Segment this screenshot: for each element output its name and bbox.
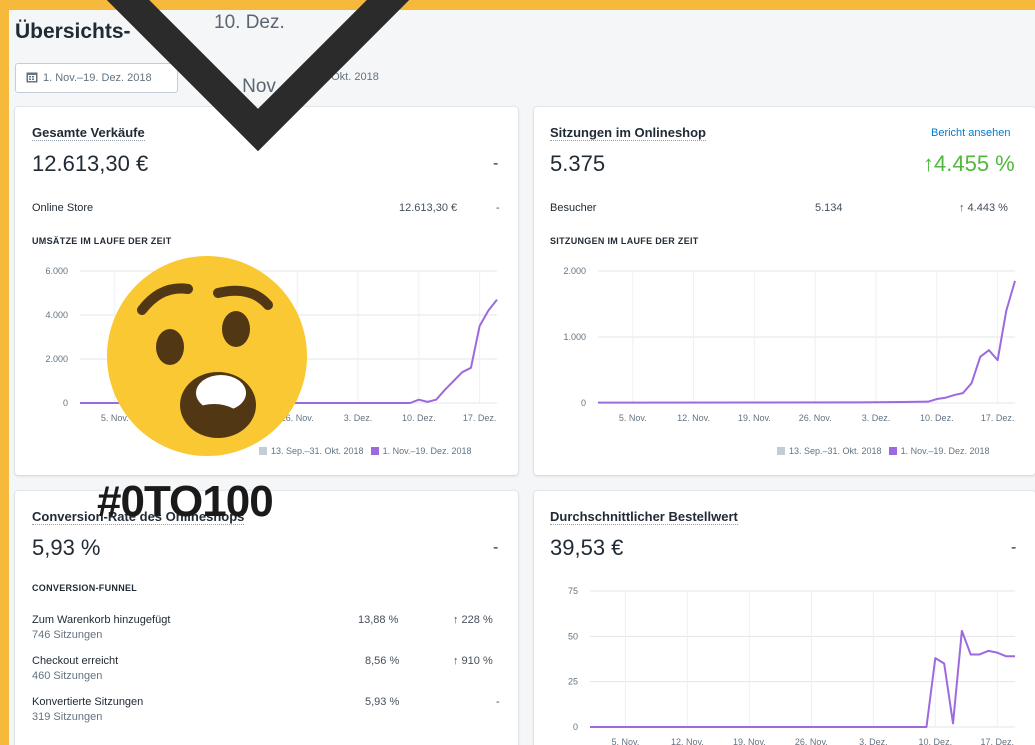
funnel-pct: 13,88 % xyxy=(358,614,399,626)
legend-swatch-prev xyxy=(777,447,785,455)
conversion-card: Conversion-Rate des Onlineshops 5,93 % -… xyxy=(15,491,518,745)
funnel-row: Checkout erreicht 460 Sitzungen xyxy=(32,655,118,682)
x-tick-label: 5. Nov. xyxy=(619,413,647,423)
channel-change: - xyxy=(496,202,500,214)
x-tick-label: 10. Dez. xyxy=(920,413,954,423)
ghost-date-label: 1. Nov xyxy=(221,76,276,97)
sessions-value: 5.375 xyxy=(550,151,606,176)
y-tick-label: 2.000 xyxy=(45,354,68,364)
x-tick-label: 5. Nov. xyxy=(611,737,639,745)
card-title[interactable]: Sitzungen im Onlineshop xyxy=(550,125,706,141)
y-tick-label: 1.000 xyxy=(563,332,586,342)
sessions-line-chart: 2.000 1.000 0 5. Nov. 12. Nov. 19. Nov. 26. No… xyxy=(563,266,1016,423)
legend-label-current: 1. Nov.–19. Dez. 2018 xyxy=(900,446,990,456)
funnel-sessions: 319 Sitzungen xyxy=(32,711,103,723)
legend-swatch-current xyxy=(888,447,897,455)
channel-label: Online Store xyxy=(32,202,94,214)
x-tick-label: 3. Dez. xyxy=(862,413,891,423)
series-line xyxy=(590,629,1015,728)
y-tick-label: 25 xyxy=(568,677,578,687)
series-line xyxy=(597,280,1016,404)
date-range-button[interactable]: 1. Nov.–19. Dez. 2018 xyxy=(15,63,178,93)
change-indicator: - xyxy=(493,155,499,172)
x-tick-label: 12. Nov. xyxy=(671,737,704,745)
y-tick-label: 0 xyxy=(581,398,586,408)
funnel-pct: 5,93 % xyxy=(365,696,400,708)
funnel-sessions: 460 Sitzungen xyxy=(32,670,103,682)
sessions-change: ↑4.455 % xyxy=(923,151,1015,176)
sessions-card: Sitzungen im Onlineshop Bericht ansehen … xyxy=(534,107,1035,475)
hashtag-overlay: #0TO100 xyxy=(97,477,274,526)
compare-range: . Okt. 2018 xyxy=(325,71,379,83)
card-title[interactable]: Durchschnittlicher Bestellwert xyxy=(550,509,738,525)
visitors-value: 5.134 xyxy=(815,202,843,214)
aov-card: Durchschnittlicher Bestellwert 39,53 € -… xyxy=(534,491,1035,745)
y-tick-label: 50 xyxy=(568,631,578,641)
x-tick-label: 12. Nov. xyxy=(677,413,710,423)
y-tick-label: 0 xyxy=(573,722,578,732)
ghost-date-label: 17 xyxy=(349,12,371,33)
funnel-row: Konvertierte Sitzungen 319 Sitzungen xyxy=(32,696,143,723)
funnel-label: Checkout erreicht xyxy=(32,655,119,667)
x-tick-label: 10. Dez. xyxy=(919,737,953,745)
funnel-row: Zum Warenkorb hinzugefügt 746 Sitzungen xyxy=(32,614,170,641)
y-tick-label: 75 xyxy=(568,586,578,596)
x-tick-label: 3. Dez. xyxy=(344,413,373,423)
page-title: Übersichts- xyxy=(15,20,131,43)
y-tick-label: 6.000 xyxy=(45,266,68,276)
funnel-label: Konvertierte Sitzungen xyxy=(32,696,144,708)
funnel-change: ↑ 228 % xyxy=(453,614,493,626)
y-tick-label: 2.000 xyxy=(563,266,586,276)
change-indicator: - xyxy=(493,539,499,556)
total-sales-value: 12.613,30 € xyxy=(32,151,149,176)
funnel-change: ↑ 910 % xyxy=(453,655,493,667)
x-tick-label: 17. Dez. xyxy=(981,737,1015,745)
x-tick-label: 26. Nov. xyxy=(795,737,828,745)
funnel-sessions: 746 Sitzungen xyxy=(32,629,103,641)
x-tick-label: 17. Dez. xyxy=(463,413,497,423)
calendar-icon xyxy=(26,71,38,86)
section-heading: CONVERSION-FUNNEL xyxy=(32,583,138,593)
x-tick-label: 26. Nov. xyxy=(799,413,832,423)
legend-label-prev: 13. Sep.–31. Okt. 2018 xyxy=(789,446,882,456)
legend-swatch-current xyxy=(370,447,379,455)
visitors-label: Besucher xyxy=(550,202,597,214)
aov-line-chart: 75 50 25 0 5. Nov. 12. Nov. 19. Nov. 26. Nov. 3.… xyxy=(568,586,1015,745)
y-tick-label: 0 xyxy=(63,398,68,408)
funnel-label: Zum Warenkorb hinzugefügt xyxy=(32,614,171,626)
astonished-face-icon xyxy=(106,255,308,457)
view-report-link[interactable]: Bericht ansehen xyxy=(931,127,1011,139)
visitors-change: ↑ 4.443 % xyxy=(959,202,1008,214)
section-heading: SITZUNGEN IM LAUFE DER ZEIT xyxy=(550,236,699,246)
x-tick-label: 17. Dez. xyxy=(981,413,1015,423)
channel-value: 12.613,30 € xyxy=(399,202,458,214)
date-range-label: 1. Nov.–19. Dez. 2018 xyxy=(43,72,152,84)
aov-value: 39,53 € xyxy=(550,535,624,560)
ghost-date-label: 10. Dez. xyxy=(214,12,285,33)
conversion-value: 5,93 % xyxy=(32,535,101,560)
x-tick-label: 19. Nov. xyxy=(738,413,771,423)
x-tick-label: 3. Dez. xyxy=(859,737,888,745)
card-title[interactable]: Gesamte Verkäufe xyxy=(32,125,145,141)
funnel-pct: 8,56 % xyxy=(365,655,400,667)
x-tick-label: 19. Nov. xyxy=(733,737,766,745)
change-indicator: - xyxy=(1011,539,1017,556)
chart-legend: 13. Sep.–31. Okt. 2018 1. Nov.–19. Dez. … xyxy=(777,446,989,456)
section-heading: UMSÄTZE IM LAUFE DER ZEIT xyxy=(32,236,172,246)
x-tick-label: 10. Dez. xyxy=(402,413,436,423)
legend-label-current: 1. Nov.–19. Dez. 2018 xyxy=(382,446,472,456)
y-tick-label: 4.000 xyxy=(45,310,68,320)
funnel-change: - xyxy=(496,696,500,708)
